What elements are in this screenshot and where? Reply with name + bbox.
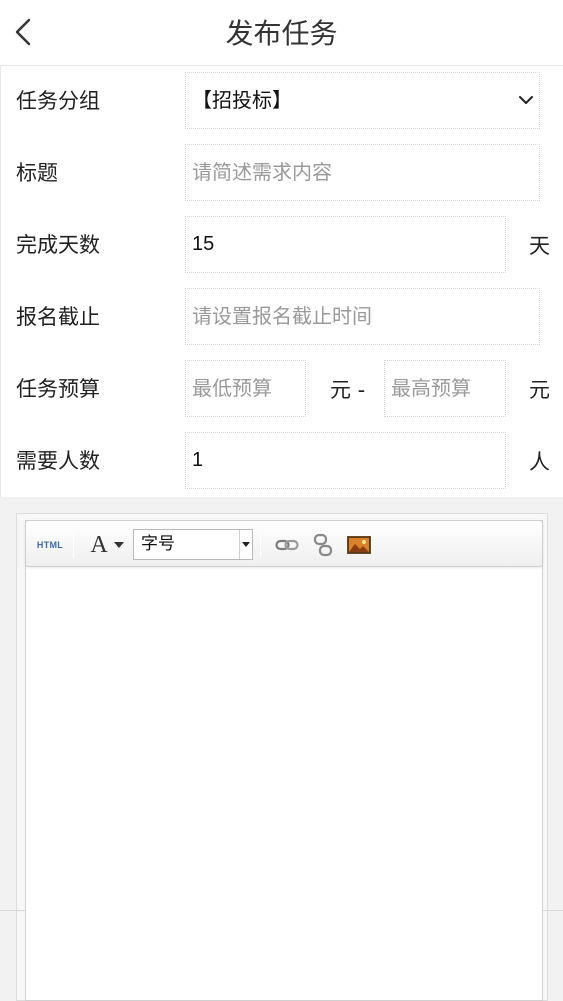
form-row-days: 完成天数 15 天	[0, 209, 563, 281]
budget-min-unit: 元 -	[330, 378, 366, 402]
form-row-deadline: 报名截止 请设置报名截止时间	[0, 281, 563, 353]
deadline-input[interactable]: 请设置报名截止时间	[185, 288, 540, 345]
people-label: 需要人数	[16, 449, 100, 473]
deadline-input-placeholder: 请设置报名截止时间	[192, 304, 372, 328]
budget-min-placeholder: 最低预算	[192, 376, 272, 400]
chevron-down-icon	[519, 96, 533, 104]
html-source-button[interactable]: HTML	[31, 521, 69, 568]
header-bar: 发布任务	[0, 0, 563, 66]
group-select-value: 【招投标】	[192, 88, 292, 112]
days-unit: 天	[529, 234, 550, 258]
group-select[interactable]: 【招投标】	[185, 72, 540, 129]
title-input[interactable]: 请简述需求内容	[185, 144, 540, 201]
days-input[interactable]: 15	[185, 216, 506, 273]
form-row-group: 任务分组 【招投标】	[0, 65, 563, 137]
caret-down-icon	[113, 541, 124, 548]
unlink-button[interactable]	[308, 521, 338, 568]
font-size-select-label: 字号	[141, 534, 175, 554]
unlink-icon	[313, 533, 333, 556]
footer-divider-left	[0, 910, 25, 911]
days-input-value: 15	[192, 233, 215, 255]
budget-max-input[interactable]: 最高预算	[384, 360, 506, 417]
link-icon	[275, 539, 299, 550]
budget-min-input[interactable]: 最低预算	[185, 360, 306, 417]
editor-toolbar: HTML A 字号	[25, 520, 543, 567]
html-icon: HTML	[36, 539, 64, 550]
rich-text-editor[interactable]	[25, 520, 543, 1001]
title-label: 标题	[16, 161, 58, 185]
font-color-icon: A	[90, 531, 108, 558]
budget-label: 任务预算	[16, 377, 100, 401]
days-label: 完成天数	[16, 233, 100, 257]
page-title: 发布任务	[225, 17, 338, 50]
image-button[interactable]	[344, 521, 374, 568]
group-label: 任务分组	[16, 89, 100, 113]
people-unit: 人	[529, 450, 550, 474]
form-row-people: 需要人数 1 人	[0, 425, 563, 497]
footer-divider-right	[543, 910, 563, 911]
font-color-button[interactable]: A	[84, 521, 130, 568]
toolbar-separator	[260, 531, 261, 557]
link-button[interactable]	[272, 521, 302, 568]
title-input-placeholder: 请简述需求内容	[192, 160, 332, 184]
people-input-value: 1	[192, 449, 204, 471]
budget-max-placeholder: 最高预算	[391, 376, 471, 400]
image-icon	[347, 535, 371, 554]
caret-down-icon	[239, 530, 252, 559]
budget-max-unit: 元	[529, 378, 550, 402]
font-size-select[interactable]: 字号	[133, 529, 253, 560]
form-row-title: 标题 请简述需求内容	[0, 137, 563, 209]
toolbar-separator	[73, 531, 74, 557]
people-input[interactable]: 1	[185, 432, 506, 489]
form-row-budget: 任务预算 最低预算 元 - 最高预算 元	[0, 353, 563, 425]
deadline-label: 报名截止	[16, 305, 100, 329]
